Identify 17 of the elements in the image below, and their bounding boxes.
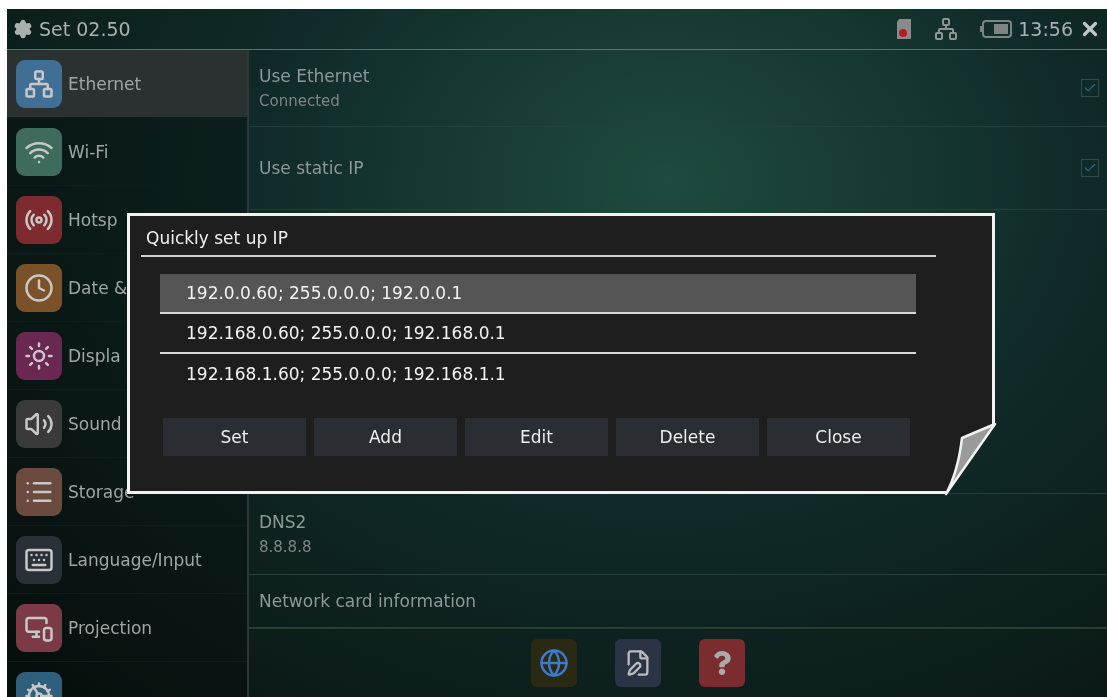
setting-title: Use Ethernet [259, 66, 371, 86]
sidebar-label: Date & [68, 277, 128, 298]
sidebar-label: Language/Input [68, 549, 202, 570]
sidebar-label: Projection [68, 617, 153, 638]
setting-title: Use static IP [259, 158, 365, 178]
setting-value: Connected [259, 92, 341, 110]
sidebar-label: Ethernet [68, 73, 142, 94]
sidebar-label: Wi-Fi [68, 141, 109, 162]
app-title: Set 02.50 [39, 18, 131, 40]
clock-time: 13:56 [1018, 18, 1073, 40]
sidebar-label: Hotsp [68, 209, 118, 230]
setting-value: 8.8.8.8 [259, 538, 313, 556]
sidebar-label: Sound [68, 413, 122, 434]
dialog-title: Quickly set up IP [141, 224, 936, 257]
setting-title: DNS2 [259, 512, 308, 532]
setting-title: Network card information [259, 591, 478, 611]
sidebar-label: Displa [68, 345, 121, 366]
